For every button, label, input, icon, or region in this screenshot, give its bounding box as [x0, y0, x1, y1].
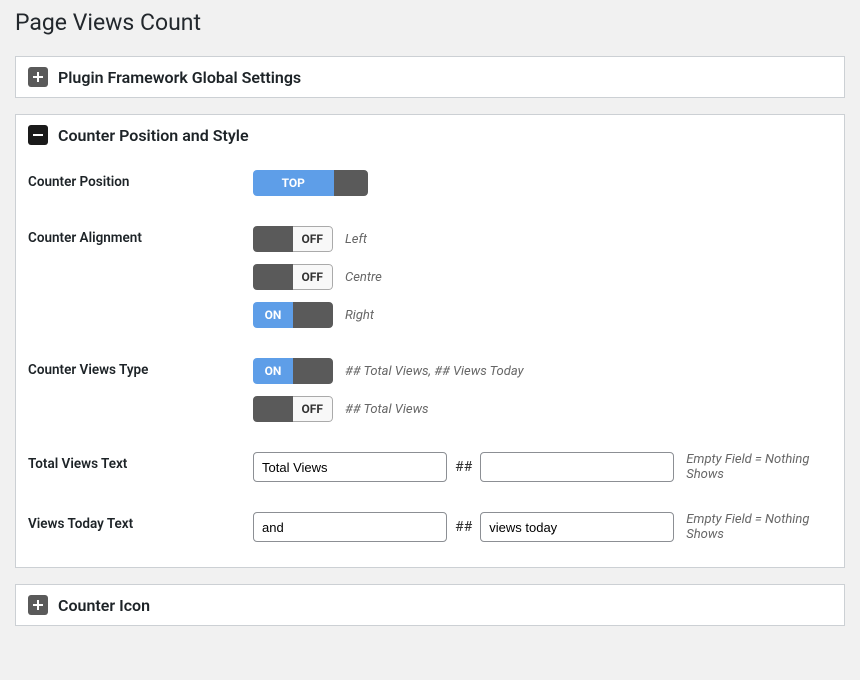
separator-hash: ##	[455, 459, 472, 475]
toggle-knob	[293, 358, 333, 384]
label-counter-views-type: Counter Views Type	[28, 358, 253, 378]
toggle-counter-position[interactable]: TOP	[253, 170, 368, 196]
panel-counter-icon: Counter Icon	[15, 584, 845, 626]
option-views-total: ## Total Views	[345, 402, 429, 417]
setting-counter-alignment: Counter Alignment OFF Left OFF Centre	[28, 226, 832, 328]
panel-title-counter: Counter Position and Style	[58, 126, 249, 145]
toggle-off-label: OFF	[293, 226, 334, 252]
option-centre: Centre	[345, 270, 382, 285]
page-title: Page Views Count	[0, 0, 860, 56]
collapse-icon	[28, 125, 48, 145]
toggle-align-centre[interactable]: OFF	[253, 264, 333, 290]
panel-counter-position-style: Counter Position and Style Counter Posit…	[15, 114, 845, 568]
toggle-knob	[253, 264, 293, 290]
toggle-views-type-total[interactable]: OFF	[253, 396, 333, 422]
toggle-knob	[293, 302, 333, 328]
option-right: Right	[345, 308, 374, 323]
setting-total-views-text: Total Views Text ## Empty Field = Nothin…	[28, 452, 832, 482]
panel-global-settings: Plugin Framework Global Settings	[15, 56, 845, 98]
label-counter-position: Counter Position	[28, 170, 253, 190]
panel-title-icon: Counter Icon	[58, 596, 150, 615]
label-total-views-text: Total Views Text	[28, 452, 253, 472]
label-views-today-text: Views Today Text	[28, 512, 253, 532]
hint-total-views: Empty Field = Nothing Shows	[686, 452, 832, 482]
toggle-on-label: ON	[253, 358, 293, 384]
input-views-today-before[interactable]	[253, 512, 447, 542]
setting-counter-position: Counter Position TOP	[28, 170, 832, 196]
toggle-off-label: OFF	[293, 396, 334, 422]
toggle-off-label: OFF	[293, 264, 334, 290]
input-total-views-after[interactable]	[480, 452, 674, 482]
separator-hash: ##	[455, 519, 472, 535]
panel-header-global[interactable]: Plugin Framework Global Settings	[16, 57, 844, 97]
toggle-on-label: ON	[253, 302, 293, 328]
input-views-today-after[interactable]	[480, 512, 674, 542]
toggle-knob	[253, 226, 293, 252]
setting-counter-views-type: Counter Views Type ON ## Total Views, ##…	[28, 358, 832, 422]
input-total-views-before[interactable]	[253, 452, 447, 482]
panel-body-counter: Counter Position TOP Counter Alignment O…	[16, 155, 844, 567]
setting-views-today-text: Views Today Text ## Empty Field = Nothin…	[28, 512, 832, 542]
expand-icon	[28, 595, 48, 615]
expand-icon	[28, 67, 48, 87]
toggle-knob	[253, 396, 293, 422]
hint-views-today: Empty Field = Nothing Shows	[686, 512, 832, 542]
toggle-top-label: TOP	[253, 170, 334, 196]
toggle-knob	[334, 170, 369, 196]
label-counter-alignment: Counter Alignment	[28, 226, 253, 246]
panel-title-global: Plugin Framework Global Settings	[58, 68, 301, 87]
toggle-views-type-both[interactable]: ON	[253, 358, 333, 384]
panel-header-counter[interactable]: Counter Position and Style	[16, 115, 844, 155]
option-left: Left	[345, 232, 367, 247]
panel-header-icon[interactable]: Counter Icon	[16, 585, 844, 625]
toggle-align-right[interactable]: ON	[253, 302, 333, 328]
option-views-both: ## Total Views, ## Views Today	[345, 364, 524, 379]
toggle-align-left[interactable]: OFF	[253, 226, 333, 252]
